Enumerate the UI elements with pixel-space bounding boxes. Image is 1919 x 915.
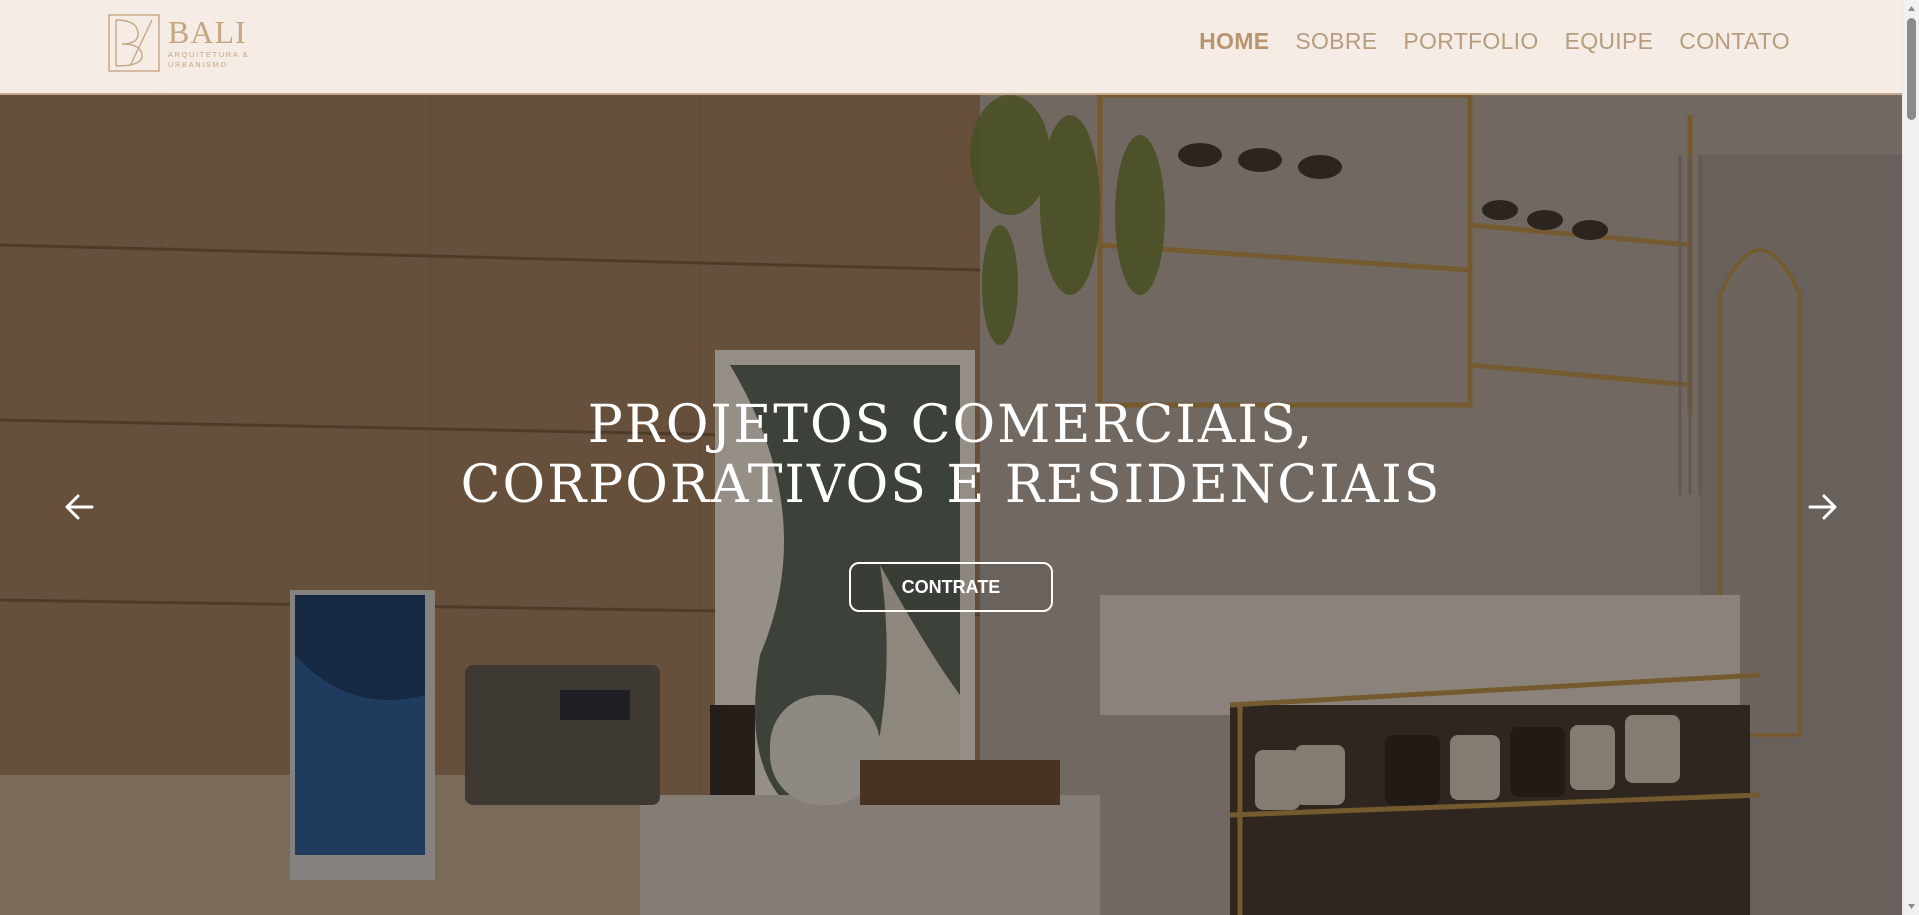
arrow-left-icon <box>65 494 94 520</box>
arrow-right-icon <box>1808 494 1837 520</box>
nav-portfolio[interactable]: PORTFOLIO <box>1403 28 1538 55</box>
slider-next-button[interactable] <box>1802 487 1842 527</box>
site-header: BALI ARQUITETURA & URBANISMO HOME SOBRE … <box>0 0 1902 95</box>
brand-subtitle-line1: ARQUITETURA & <box>168 50 250 59</box>
brand-logo[interactable]: BALI ARQUITETURA & URBANISMO <box>108 14 258 76</box>
slider-prev-button[interactable] <box>60 487 100 527</box>
brand-subtitle-line2: URBANISMO <box>168 60 228 69</box>
main-nav: HOME SOBRE PORTFOLIO EQUIPE CONTATO <box>1199 28 1790 55</box>
brand-name: BALI <box>168 14 247 50</box>
contrate-button[interactable]: CONTRATE <box>849 562 1053 612</box>
scrollbar-thumb[interactable] <box>1907 18 1916 120</box>
hero-headline-line2: CORPORATIVOS E RESIDENCIAIS <box>460 455 1442 515</box>
brand-subtitle: ARQUITETURA & URBANISMO <box>168 50 268 70</box>
scroll-up-icon[interactable] <box>1907 4 1916 13</box>
hero-headline-line1: PROJETOS COMERCIAIS, <box>587 395 1315 455</box>
logo-monogram-icon <box>108 14 160 72</box>
scroll-down-icon[interactable] <box>1907 902 1916 911</box>
nav-equipe[interactable]: EQUIPE <box>1565 28 1654 55</box>
nav-contato[interactable]: CONTATO <box>1679 28 1790 55</box>
nav-sobre[interactable]: SOBRE <box>1295 28 1377 55</box>
page-scrollbar[interactable] <box>1902 0 1919 915</box>
nav-home[interactable]: HOME <box>1199 28 1269 55</box>
hero-headline: PROJETOS COMERCIAIS, CORPORATIVOS E RESI… <box>0 395 1902 515</box>
hero-slider: PROJETOS COMERCIAIS, CORPORATIVOS E RESI… <box>0 95 1902 915</box>
